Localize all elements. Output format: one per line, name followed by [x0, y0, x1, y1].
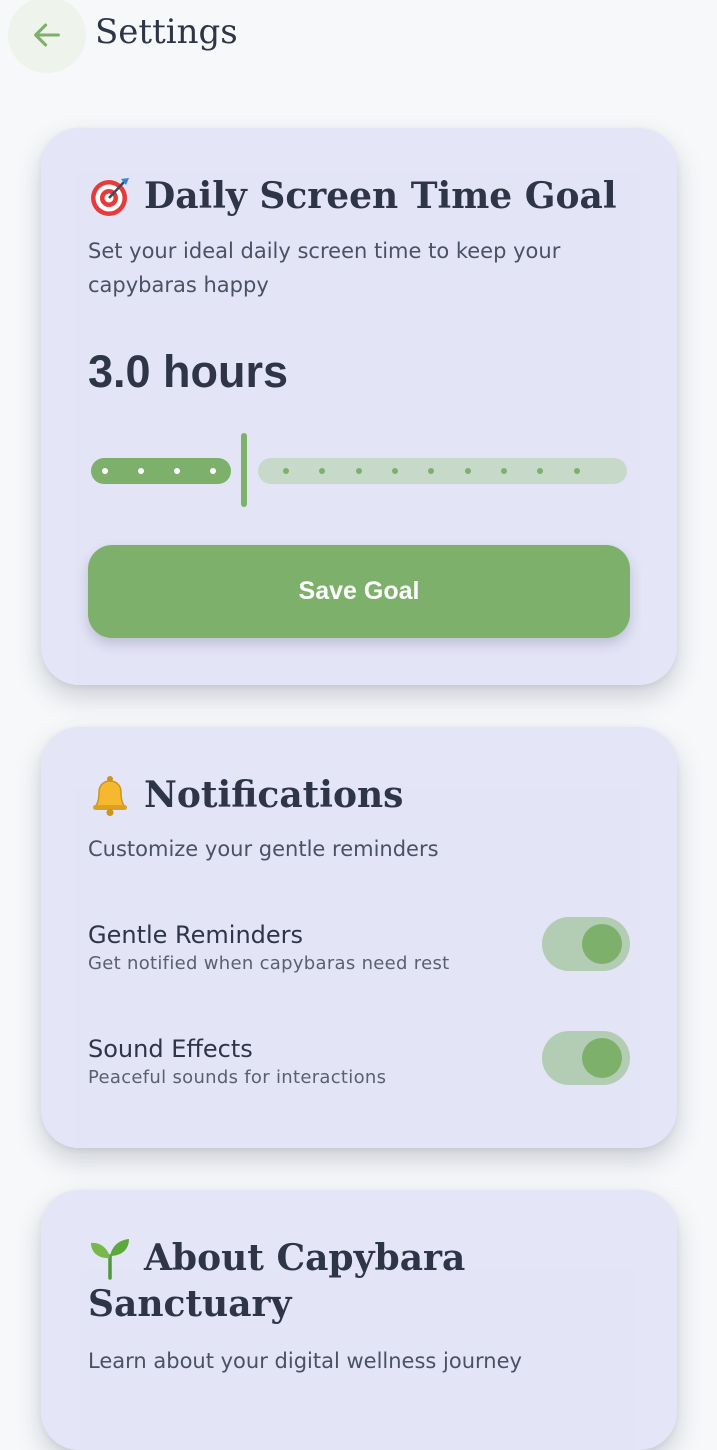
- about-title-line-1: About Capybara: [88, 1235, 465, 1281]
- slider-tick: [102, 468, 108, 474]
- toggle-knob: [582, 924, 622, 964]
- back-button[interactable]: [8, 0, 86, 73]
- slider-tick: [574, 468, 580, 474]
- slider-tick: [210, 468, 216, 474]
- about-card: About Capybara Sanctuary Learn about you…: [41, 1190, 677, 1450]
- page-title: Settings: [95, 12, 238, 52]
- setting-row-sound-effects: Sound Effects Peaceful sounds for intera…: [88, 1031, 630, 1103]
- setting-description: Get notified when capybaras need rest: [88, 953, 450, 974]
- goal-subtitle-line-2: capybaras happy: [88, 273, 269, 297]
- gentle-reminders-toggle[interactable]: [542, 917, 630, 971]
- setting-label: Sound Effects: [88, 1035, 253, 1063]
- goal-subtitle-line-1: Set your ideal daily screen time to keep…: [88, 239, 561, 263]
- about-subtitle: Learn about your digital wellness journe…: [88, 1349, 522, 1373]
- goal-title-text: Daily Screen Time Goal: [144, 175, 617, 217]
- setting-description: Peaceful sounds for interactions: [88, 1067, 387, 1088]
- notifications-title-text: Notifications: [144, 774, 404, 816]
- bell-icon: [88, 773, 132, 817]
- slider-tick: [465, 468, 471, 474]
- target-icon: [88, 174, 132, 218]
- slider-tick: [319, 468, 325, 474]
- save-goal-button[interactable]: Save Goal: [88, 545, 630, 638]
- goal-subtitle: Set your ideal daily screen time to keep…: [88, 234, 560, 302]
- notifications-card-title: Notifications: [88, 772, 403, 818]
- goal-card-title: Daily Screen Time Goal: [88, 173, 617, 219]
- about-title-line-2: Sanctuary: [88, 1283, 292, 1325]
- seedling-icon: [88, 1236, 132, 1280]
- slider-thumb[interactable]: [241, 433, 247, 507]
- toggle-knob: [582, 1038, 622, 1078]
- arrow-left-icon: [34, 23, 60, 47]
- setting-row-gentle-reminders: Gentle Reminders Get notified when capyb…: [88, 917, 630, 989]
- goal-hours-value: 3.0 hours: [88, 346, 289, 397]
- notifications-subtitle: Customize your gentle reminders: [88, 837, 439, 861]
- top-bar: Settings: [0, 0, 717, 73]
- slider-tick: [138, 468, 144, 474]
- notifications-card: Notifications Customize your gentle remi…: [41, 727, 677, 1148]
- sound-effects-toggle[interactable]: [542, 1031, 630, 1085]
- about-title-text-1: About Capybara: [144, 1237, 466, 1279]
- screen-time-slider[interactable]: [91, 430, 627, 510]
- slider-tick: [356, 468, 362, 474]
- slider-tick: [537, 468, 543, 474]
- slider-tick: [174, 468, 180, 474]
- setting-label: Gentle Reminders: [88, 921, 304, 949]
- slider-tick: [501, 468, 507, 474]
- slider-tick: [428, 468, 434, 474]
- screen-time-goal-card: Daily Screen Time Goal Set your ideal da…: [41, 128, 677, 685]
- slider-tick: [392, 468, 398, 474]
- slider-inactive-track: [258, 458, 627, 484]
- about-card-title: About Capybara Sanctuary: [88, 1235, 465, 1327]
- slider-tick: [283, 468, 289, 474]
